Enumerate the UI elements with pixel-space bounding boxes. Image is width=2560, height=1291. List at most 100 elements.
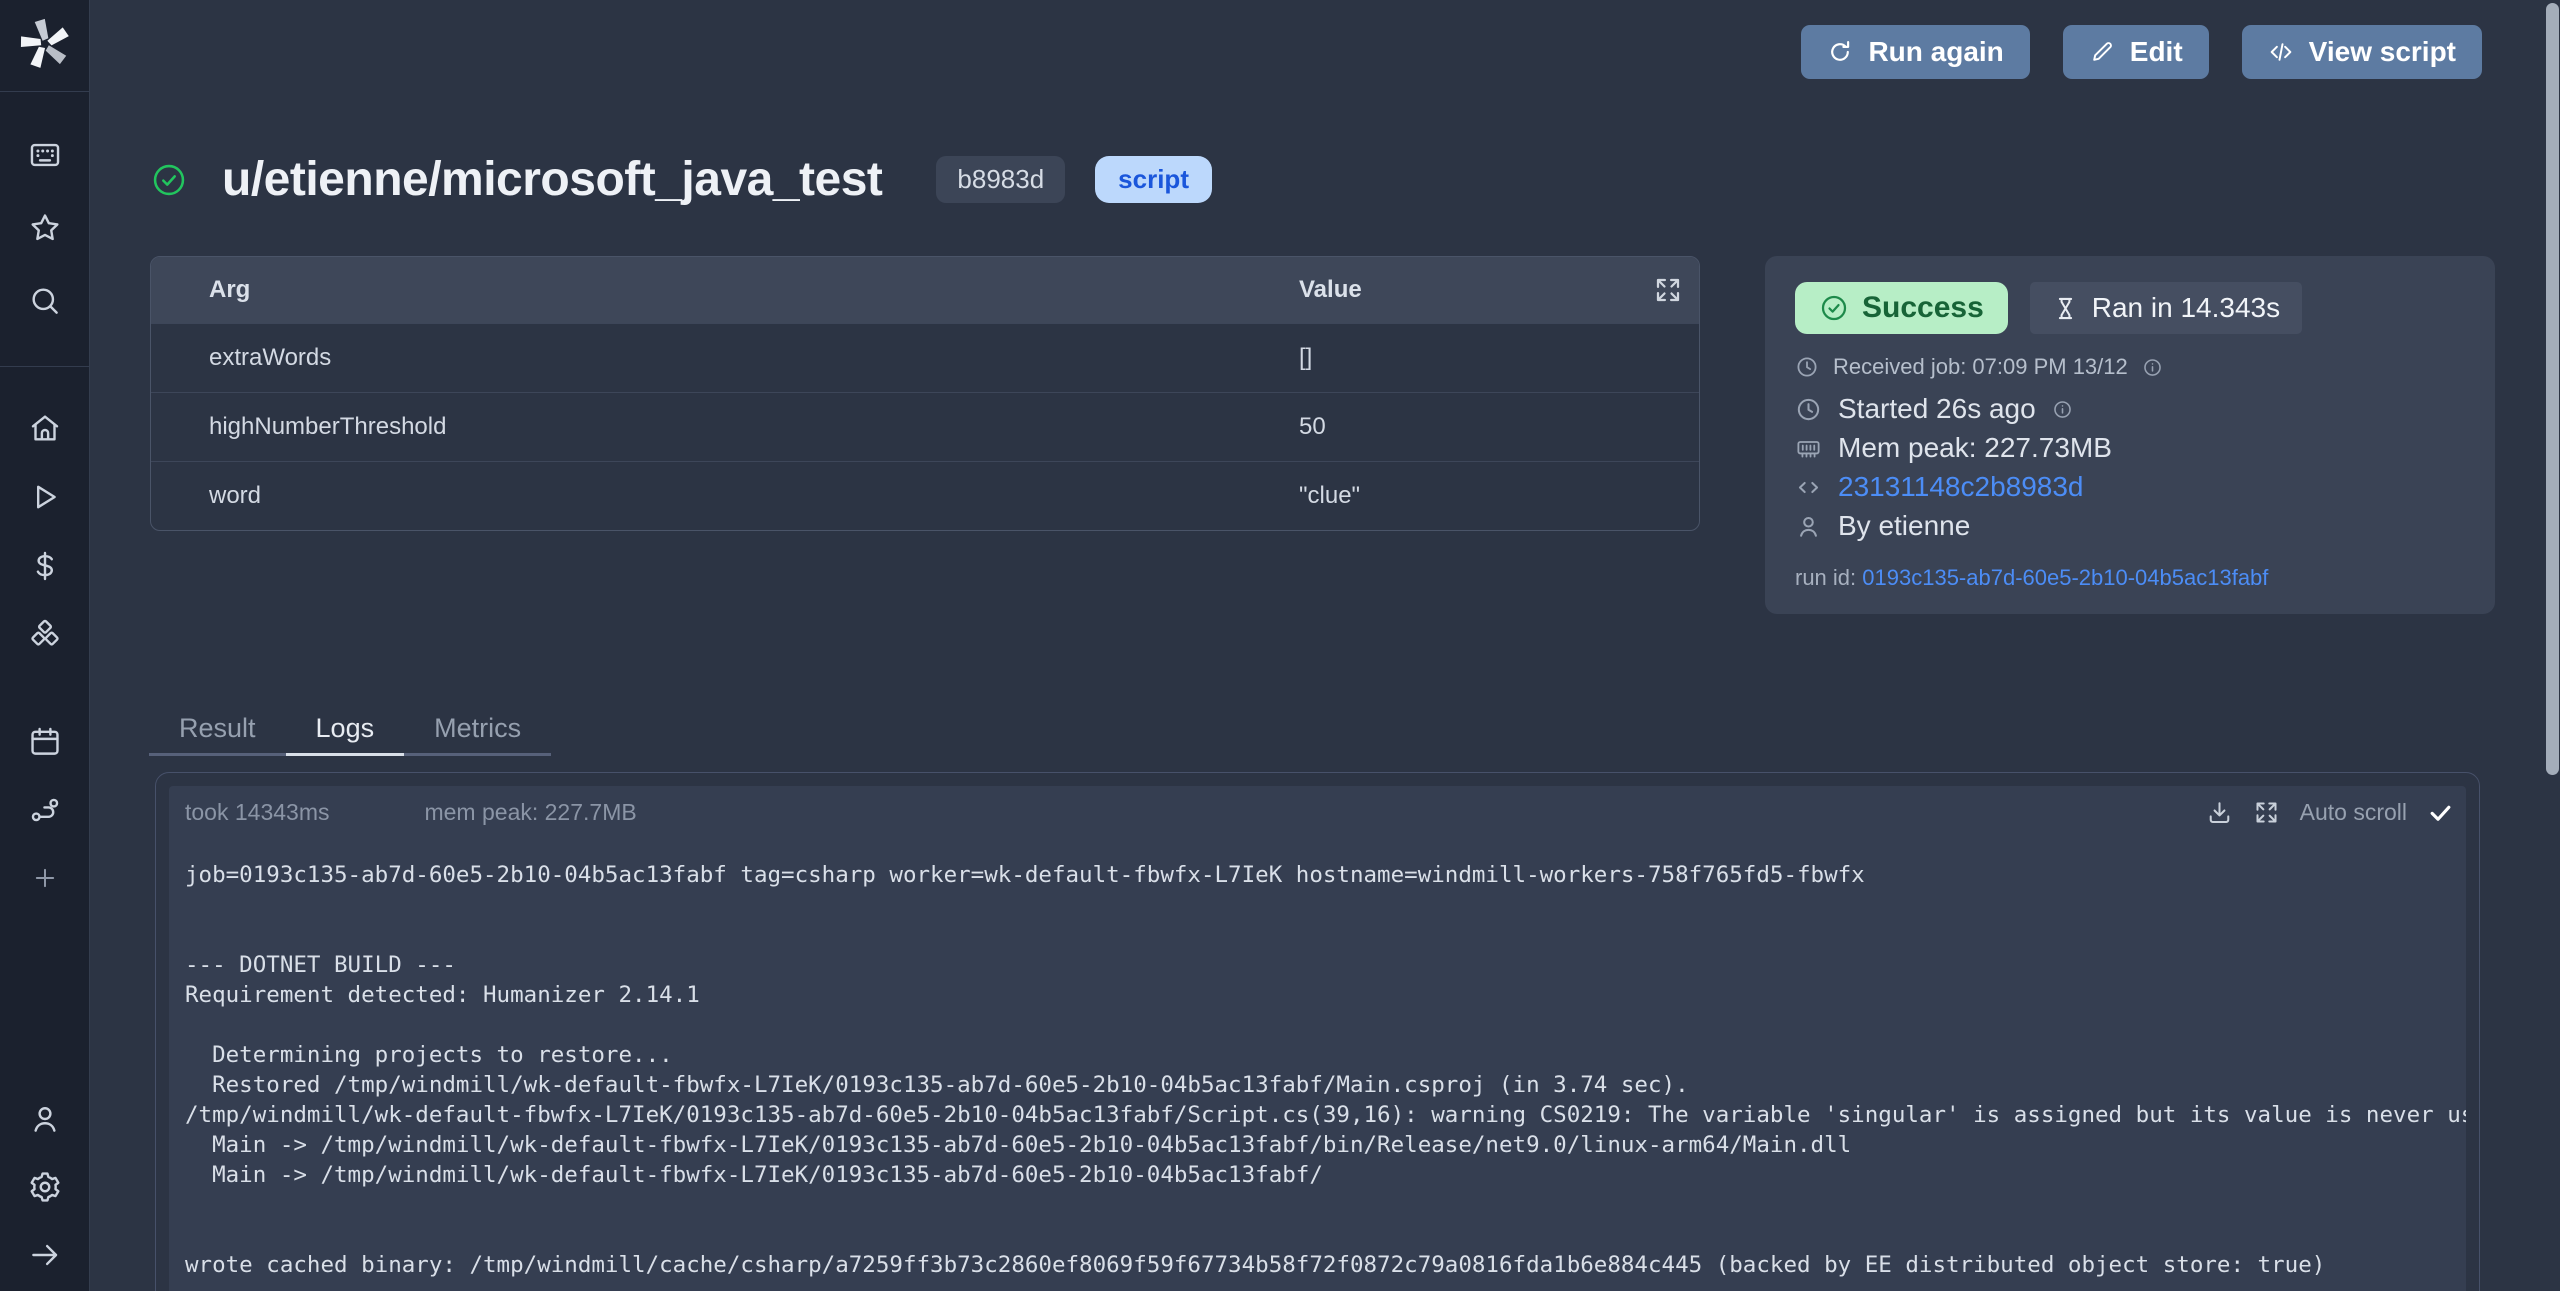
args-table-body: extraWords[]highNumberThreshold50word"cl…: [151, 323, 1699, 530]
run-id-row: run id: 0193c135-ab7d-60e5-2b10-04b5ac13…: [1795, 565, 2465, 591]
sidebar-item-gear[interactable]: [0, 1153, 89, 1221]
sidebar-item-route[interactable]: [0, 776, 89, 844]
job-info-panel: Success Ran in 14.343s Received job: 07:…: [1765, 256, 2495, 614]
tab-logs[interactable]: Logs: [286, 704, 405, 756]
sidebar-item-user[interactable]: [0, 1085, 89, 1153]
arrow-right-icon: [28, 1238, 62, 1272]
table-row[interactable]: word"clue": [151, 461, 1699, 530]
arg-value: []: [1299, 344, 1699, 372]
column-header-arg: Arg: [151, 276, 1299, 304]
column-header-value: Value: [1299, 276, 1653, 304]
windmill-logo-icon[interactable]: [17, 16, 73, 72]
info-icon[interactable]: [2052, 399, 2073, 420]
duration-chip: Ran in 14.343s: [2030, 282, 2302, 334]
sidebar-divider: [0, 91, 89, 92]
table-row[interactable]: highNumberThreshold50: [151, 392, 1699, 461]
refresh-icon: [1827, 39, 1853, 65]
view-script-label: View script: [2309, 36, 2456, 68]
view-script-button[interactable]: View script: [2242, 25, 2482, 79]
log-text: job=0193c135-ab7d-60e5-2b10-04b5ac13fabf…: [169, 838, 2466, 1280]
hash-badge: b8983d: [936, 156, 1065, 203]
code-icon: [2268, 39, 2294, 65]
user-icon: [28, 1102, 62, 1136]
app-window: Run again Edit View script u/etienne/mic…: [0, 0, 2560, 1291]
memory-icon: [1795, 435, 1822, 462]
auto-scroll-label: Auto scroll: [2300, 799, 2407, 826]
run-again-button[interactable]: Run again: [1801, 25, 2029, 79]
arg-value: "clue": [1299, 482, 1699, 510]
author-row: By etienne: [1795, 510, 2465, 542]
script-type-badge[interactable]: script: [1095, 156, 1212, 203]
started-row: Started 26s ago: [1795, 393, 2465, 425]
calendar-icon: [28, 725, 62, 759]
arg-value: 50: [1299, 413, 1699, 441]
duration-label: Ran in 14.343s: [2092, 292, 2280, 324]
person-icon: [1795, 513, 1822, 540]
edit-button[interactable]: Edit: [2063, 25, 2209, 79]
dollar-icon: [28, 549, 62, 583]
status-label: Success: [1862, 291, 1984, 325]
args-table: Arg Value extraWords[]highNumberThreshol…: [150, 256, 1700, 531]
edit-label: Edit: [2130, 36, 2183, 68]
clock-icon: [1795, 396, 1822, 423]
mem-peak-row: Mem peak: 227.73MB: [1795, 432, 2465, 464]
log-header-actions: Auto scroll: [2206, 799, 2454, 826]
hourglass-icon: [2052, 295, 2079, 322]
log-box: took 14343ms mem peak: 227.7MB Auto scro…: [169, 786, 2466, 1291]
tab-result[interactable]: Result: [149, 704, 286, 756]
started-label: Started 26s ago: [1838, 393, 2036, 425]
home-icon: [28, 411, 62, 445]
expand-log-icon[interactable]: [2253, 799, 2280, 826]
sidebar-divider: [0, 366, 89, 367]
sidebar-item-dollar[interactable]: [0, 531, 89, 600]
script-hash-link[interactable]: 23131148c2b8983d: [1838, 471, 2084, 503]
sidebar-item-plus[interactable]: [0, 844, 89, 912]
run-again-label: Run again: [1868, 36, 2003, 68]
result-tabs: ResultLogsMetrics: [149, 704, 551, 756]
log-mem-peak-label: mem peak: 227.7MB: [424, 799, 636, 826]
expand-args-icon[interactable]: [1653, 275, 1683, 305]
table-row[interactable]: extraWords[]: [151, 323, 1699, 392]
clock-icon: [1795, 355, 1819, 379]
sidebar-item-calendar[interactable]: [0, 708, 89, 776]
pencil-icon: [2089, 39, 2115, 65]
log-panel: took 14343ms mem peak: 227.7MB Auto scro…: [155, 772, 2480, 1291]
download-icon[interactable]: [2206, 799, 2233, 826]
main-content: Run again Edit View script u/etienne/mic…: [90, 0, 2560, 1291]
page-scrollbar-thumb[interactable]: [2546, 3, 2559, 775]
cubes-icon: [28, 618, 62, 652]
info-icon[interactable]: [2142, 357, 2163, 378]
search-icon: [28, 284, 62, 318]
code-icon: [1795, 474, 1822, 501]
star-icon: [28, 211, 62, 245]
log-took-label: took 14343ms: [185, 799, 329, 826]
success-check-icon: [150, 161, 188, 199]
sidebar-item-kbd[interactable]: [0, 118, 89, 191]
status-row: Success Ran in 14.343s: [1795, 282, 2465, 334]
received-row: Received job: 07:09 PM 13/12: [1795, 354, 2465, 380]
author-label: By etienne: [1838, 510, 1970, 542]
sidebar-item-star[interactable]: [0, 191, 89, 264]
arg-name: extraWords: [151, 344, 1299, 372]
sidebar-item-play[interactable]: [0, 462, 89, 531]
received-label: Received job: 07:09 PM 13/12: [1833, 354, 2128, 380]
kbd-icon: [28, 138, 62, 172]
sidebar-item-cubes[interactable]: [0, 600, 89, 669]
arg-name: word: [151, 482, 1299, 510]
args-table-header: Arg Value: [151, 257, 1699, 323]
run-id-link[interactable]: 0193c135-ab7d-60e5-2b10-04b5ac13fabf: [1862, 565, 2268, 590]
check-circle-icon: [1819, 293, 1849, 323]
tab-metrics[interactable]: Metrics: [404, 704, 551, 756]
auto-scroll-checkbox[interactable]: [2427, 799, 2454, 826]
route-icon: [28, 793, 62, 827]
sidebar-item-home[interactable]: [0, 393, 89, 462]
sidebar-item-search[interactable]: [0, 264, 89, 337]
sidebar: [0, 0, 90, 1291]
mem-peak-label: Mem peak: 227.73MB: [1838, 432, 2112, 464]
script-hash-row: 23131148c2b8983d: [1795, 471, 2465, 503]
toolbar: Run again Edit View script: [1801, 25, 2482, 79]
sidebar-item-arrow-right[interactable]: [0, 1221, 89, 1289]
title-row: u/etienne/microsoft_java_test b8983d scr…: [150, 152, 1212, 207]
run-id-label: run id:: [1795, 565, 1856, 590]
status-badge: Success: [1795, 282, 2008, 334]
